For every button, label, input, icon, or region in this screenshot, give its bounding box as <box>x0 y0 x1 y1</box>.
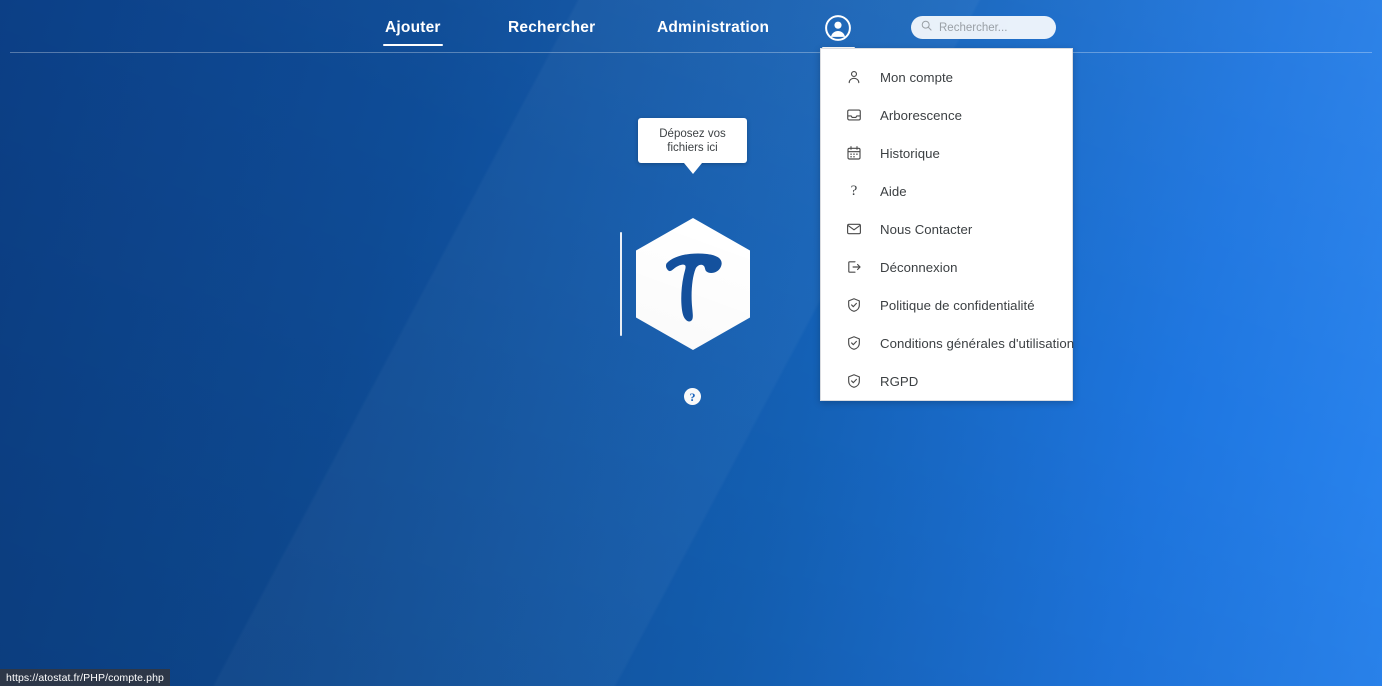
hexagon-logo <box>633 216 753 352</box>
menu-item-rgpd[interactable]: RGPD <box>821 362 1072 400</box>
status-bar-url: https://atostat.fr/PHP/compte.php <box>6 671 164 684</box>
logout-icon <box>845 258 863 276</box>
menu-item-aide-label: Aide <box>880 183 907 199</box>
menu-item-rgpd-label: RGPD <box>880 373 919 389</box>
drop-zone-stage: Déposez vos fichiers ici ? <box>0 0 1382 686</box>
menu-item-nous-contacter-label: Nous Contacter <box>880 221 973 237</box>
search-icon <box>920 19 933 37</box>
nav-item-administration-label: Administration <box>657 19 770 36</box>
shield-check-icon <box>845 334 863 352</box>
nav-item-rechercher-label: Rechercher <box>508 19 596 36</box>
menu-item-politique-de-confidentialite[interactable]: Politique de confidentialité <box>821 286 1072 324</box>
topbar-divider <box>10 52 1372 53</box>
menu-item-nous-contacter[interactable]: Nous Contacter <box>821 210 1072 248</box>
text-caret-bar <box>620 232 622 336</box>
nav-item-administration[interactable]: Administration <box>657 19 769 43</box>
question-mark-icon: ? <box>850 182 858 199</box>
menu-item-mon-compte-label: Mon compte <box>880 69 954 85</box>
menu-item-politique-de-confidentialite-label: Politique de confidentialité <box>880 297 1035 313</box>
drop-files-tooltip-line2: fichiers ici <box>667 141 718 154</box>
nav-item-rechercher[interactable]: Rechercher <box>508 19 595 43</box>
menu-item-conditions-generales-label: Conditions générales d'utilisation <box>880 335 1075 351</box>
nav-item-ajouter-label: Ajouter <box>385 19 441 36</box>
menu-item-deconnexion-label: Déconnexion <box>880 259 958 275</box>
menu-item-aide[interactable]: ? Aide <box>821 172 1072 210</box>
help-question-label: ? <box>689 389 696 404</box>
shield-check-icon <box>845 296 863 314</box>
menu-item-mon-compte[interactable]: Mon compte <box>821 58 1072 96</box>
menu-item-arborescence-label: Arborescence <box>880 107 962 123</box>
search-box[interactable] <box>911 16 1056 39</box>
menu-item-deconnexion[interactable]: Déconnexion <box>821 248 1072 286</box>
help-question-icon[interactable]: ? <box>684 388 701 405</box>
account-dropdown-menu: Mon compte Arborescence Historique ? Aid… <box>820 48 1075 401</box>
nav-item-ajouter[interactable]: Ajouter <box>383 19 443 46</box>
account-circle-icon[interactable] <box>824 14 852 42</box>
menu-item-conditions-generales[interactable]: Conditions générales d'utilisation <box>821 324 1075 362</box>
drop-files-tooltip-text: Déposez vos fichiers ici <box>659 127 725 155</box>
calendar-icon <box>845 144 863 162</box>
search-input[interactable] <box>939 21 1048 34</box>
envelope-icon <box>845 220 863 238</box>
inbox-tray-icon <box>845 106 863 124</box>
drop-files-tooltip: Déposez vos fichiers ici <box>638 118 747 174</box>
menu-item-historique-label: Historique <box>880 145 940 161</box>
drop-files-tooltip-line1: Déposez vos <box>659 127 726 140</box>
top-navigation-bar: Ajouter Rechercher Administration <box>0 0 1382 54</box>
browser-status-bar: https://atostat.fr/PHP/compte.php <box>0 669 170 686</box>
app-root: Ajouter Rechercher Administration Recher… <box>0 0 1382 686</box>
person-icon <box>845 68 863 86</box>
menu-item-arborescence[interactable]: Arborescence <box>821 96 1072 134</box>
shield-check-icon <box>845 372 863 390</box>
menu-item-historique[interactable]: Historique <box>821 134 1072 172</box>
